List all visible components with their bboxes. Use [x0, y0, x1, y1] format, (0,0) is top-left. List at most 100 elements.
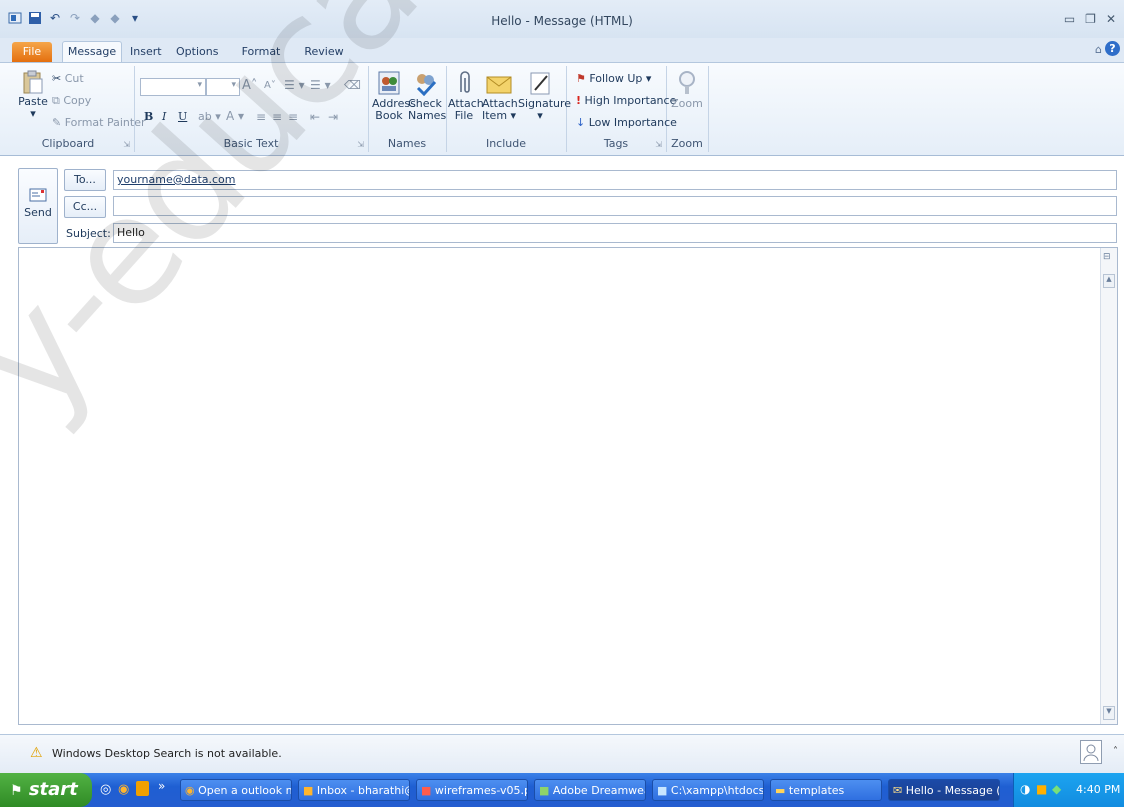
basic-text-launcher-icon[interactable]: ⇲ — [357, 140, 364, 149]
flag-icon: ⚑ — [576, 72, 586, 85]
notepad-icon: ■ — [657, 784, 668, 797]
numbering-icon[interactable]: ☰ ▾ — [310, 78, 331, 92]
start-button[interactable]: ⚑ start — [0, 773, 92, 807]
scroll-up-icon[interactable]: ▲ — [1103, 274, 1115, 288]
shrink-font-icon[interactable]: A˅ — [264, 80, 276, 91]
minimize-ribbon-icon[interactable]: ⌂ — [1095, 43, 1102, 56]
tab-format-text[interactable]: Format Text — [232, 42, 290, 78]
clock[interactable]: 4:40 PM — [1076, 783, 1120, 796]
tags-launcher-icon[interactable]: ⇲ — [655, 140, 662, 149]
signature-button[interactable]: Signature ▾ — [518, 70, 571, 122]
zoom-group-label: Zoom — [671, 137, 703, 150]
underline-icon[interactable]: U — [178, 110, 187, 123]
restore-icon[interactable]: ❐ — [1085, 12, 1096, 26]
grow-font-icon[interactable]: A˄ — [242, 78, 257, 93]
tab-options[interactable]: Options — [176, 42, 218, 62]
basic-text-group-label: Basic Text — [223, 137, 279, 150]
taskbar-item[interactable]: ■ wireframes-v05.p... — [416, 779, 528, 801]
message-icon: ✉ — [893, 784, 903, 797]
follow-up-button[interactable]: ⚑ Follow Up ▾ — [576, 72, 651, 85]
brush-icon: ✎ — [52, 116, 62, 129]
cut-button[interactable]: ✂ Cut — [52, 72, 84, 85]
zoom-group: Zoom Zoom — [666, 66, 709, 152]
to-field[interactable]: yourname@data.com — [113, 170, 1117, 190]
check-names-button[interactable]: Check Names — [408, 70, 446, 122]
pdf-icon: ■ — [421, 784, 432, 797]
tab-message[interactable]: Message — [62, 41, 122, 62]
subject-field[interactable]: Hello — [113, 223, 1117, 243]
ie-icon[interactable]: ◎ — [100, 782, 111, 797]
expand-pane-icon[interactable]: ˄ — [1113, 746, 1118, 757]
to-recipient[interactable]: yourname@data.com — [117, 173, 236, 186]
chrome-icon[interactable]: ◉ — [118, 782, 129, 797]
attach-item-button[interactable]: Attach Item ▾ — [482, 70, 518, 122]
low-importance-button[interactable]: ↓ Low Importance — [576, 116, 677, 129]
clear-formatting-icon[interactable]: ⌫ — [344, 78, 361, 92]
bullets-icon[interactable]: ☰ ▾ — [284, 78, 305, 92]
names-group: Address Book Check Names Names — [368, 66, 447, 152]
tray-network-icon[interactable]: ◑ — [1020, 782, 1030, 796]
font-color-icon[interactable]: A ▾ — [226, 109, 244, 123]
tray-app-icon[interactable]: ■ — [1036, 782, 1047, 796]
italic-icon[interactable]: I — [162, 110, 166, 123]
outlook-quicklaunch-icon[interactable] — [136, 781, 149, 796]
taskbar-item[interactable]: ■ Inbox - bharathi@... — [298, 779, 410, 801]
scissors-icon: ✂ — [52, 72, 62, 85]
copy-button[interactable]: ⧉ Copy — [52, 94, 91, 108]
send-button[interactable]: Send — [18, 168, 58, 244]
cc-button[interactable]: Cc... — [64, 196, 106, 218]
info-bar: ⚠ Windows Desktop Search is not availabl… — [0, 734, 1124, 773]
taskbar-item[interactable]: ■ C:\xampp\htdocs\... — [652, 779, 764, 801]
high-importance-button[interactable]: ! High Importance — [576, 94, 676, 107]
font-name-combo[interactable]: ▾ — [140, 78, 206, 96]
font-size-combo[interactable]: ▾ — [206, 78, 240, 96]
align-right-icon[interactable]: ≡ — [288, 110, 298, 124]
scroll-down-icon[interactable]: ▼ — [1103, 706, 1115, 720]
clipboard-group: Paste ▾ ✂ Cut ⧉ Copy ✎ Format Painter Cli… — [16, 66, 146, 152]
help-icon[interactable]: ? — [1105, 41, 1120, 56]
ribbon-tabs: File Message Insert Options Format Text … — [0, 38, 1124, 78]
tab-insert[interactable]: Insert — [130, 42, 162, 62]
decrease-indent-icon[interactable]: ⇤ — [310, 110, 320, 124]
clipboard-launcher-icon[interactable]: ⇲ — [123, 140, 130, 149]
tray-security-icon[interactable]: ◆ — [1052, 782, 1061, 796]
include-group-label: Include — [485, 137, 527, 150]
warning-icon: ⚠ — [30, 745, 43, 761]
folder-icon: ▬ — [775, 784, 786, 797]
more-quicklaunch-icon[interactable]: » — [158, 779, 165, 793]
format-painter-button[interactable]: ✎ Format Painter — [52, 116, 146, 129]
minimize-icon[interactable]: ▭ — [1064, 12, 1075, 26]
window-controls: ▭ ❐ ✕ — [1064, 12, 1116, 26]
exclamation-icon: ! — [576, 94, 582, 107]
taskbar-item-active[interactable]: ✉ Hello - Message (H... — [888, 779, 1000, 801]
message-body[interactable]: ⊟ ▲ ▼ — [18, 247, 1118, 725]
taskbar-item[interactable]: ◉ Open a outlook ne... — [180, 779, 292, 801]
taskbar-item[interactable]: ■ Adobe Dreamwea... — [534, 779, 646, 801]
taskbar-item[interactable]: ▬ templates — [770, 779, 882, 801]
basic-text-group: ▾ ▾ A˄ A˅ ☰ ▾ ☰ ▾ ⌫ B I U ab ▾ A ▾ ≡ ≡ ≡… — [134, 66, 369, 152]
attach-file-button[interactable]: Attach File — [448, 70, 484, 122]
align-center-icon[interactable]: ≡ — [272, 110, 282, 124]
ruler-toggle-icon[interactable]: ⊟ — [1103, 252, 1111, 262]
bold-icon[interactable]: B — [144, 110, 153, 123]
address-book-icon — [378, 71, 400, 95]
address-book-button[interactable]: Address Book — [372, 70, 416, 122]
vertical-scrollbar[interactable]: ⊟ ▲ ▼ — [1100, 248, 1117, 724]
clipboard-group-label: Clipboard — [41, 137, 95, 150]
paste-button[interactable]: Paste ▾ — [18, 70, 48, 120]
increase-indent-icon[interactable]: ⇥ — [328, 110, 338, 124]
close-icon[interactable]: ✕ — [1106, 12, 1116, 26]
tab-review[interactable]: Review — [304, 42, 344, 62]
highlight-icon[interactable]: ab ▾ — [198, 110, 221, 123]
tab-file[interactable]: File — [12, 42, 52, 62]
paste-icon — [23, 70, 43, 94]
to-button[interactable]: To... — [64, 169, 106, 191]
window-title: Hello - Message (HTML) — [491, 14, 633, 28]
outlook-icon: ■ — [303, 784, 314, 797]
include-group: Attach File Attach Item ▾ Signature ▾ Inclu… — [446, 66, 571, 152]
cc-field[interactable] — [113, 196, 1117, 216]
chrome-icon: ◉ — [185, 784, 195, 797]
align-left-icon[interactable]: ≡ — [256, 110, 266, 124]
zoom-button[interactable]: Zoom — [670, 70, 704, 110]
people-pane-icon[interactable] — [1080, 740, 1102, 764]
